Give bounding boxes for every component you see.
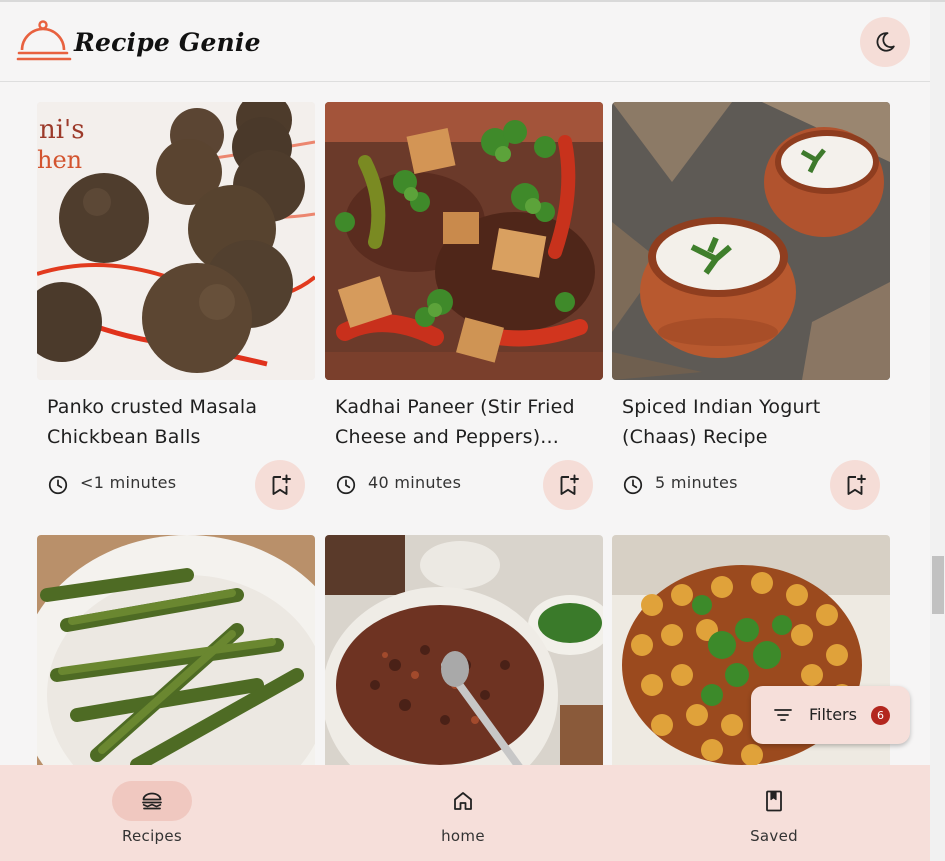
brand[interactable]: Recipe Genie: [16, 20, 261, 64]
nav-item-saved[interactable]: Saved: [674, 765, 874, 861]
recipe-title[interactable]: Panko crusted Masala Chickbean Balls: [47, 392, 307, 452]
cook-time: 40 minutes: [368, 473, 462, 492]
scrollbar-thumb[interactable]: [932, 556, 944, 614]
chickpea-balls-photo: ni's hen: [37, 102, 315, 380]
recipe-image[interactable]: [325, 102, 603, 380]
filter-icon: [774, 709, 792, 721]
recipe-image[interactable]: ni's hen: [37, 102, 315, 380]
svg-text:ni's: ni's: [39, 115, 85, 145]
burger-icon: [142, 792, 162, 810]
clock-icon: [336, 475, 356, 495]
kadhai-paneer-photo: [325, 102, 603, 380]
recipe-title-line: Spiced Indian Yogurt: [622, 396, 821, 418]
save-recipe-button[interactable]: [255, 460, 305, 510]
bookmark-add-icon: [560, 474, 579, 495]
recipe-title-line: Chickbean Balls: [47, 426, 201, 448]
nav-label: Saved: [750, 827, 798, 845]
recipe-card[interactable]: Spiced Indian Yogurt (Chaas) Recipe 5 mi…: [612, 102, 890, 512]
dark-mode-toggle-button[interactable]: [860, 17, 910, 67]
bookmark-add-icon: [847, 474, 866, 495]
app-title: Recipe Genie: [74, 27, 261, 57]
green-beans-photo: [37, 535, 315, 765]
recipe-card[interactable]: Kadhai Paneer (Stir Fried Cheese and Pep…: [325, 102, 603, 512]
cloche-logo-icon: [16, 20, 72, 61]
filters-button[interactable]: Filters 6: [751, 686, 910, 744]
home-icon: [454, 792, 472, 810]
nav-label: home: [441, 827, 485, 845]
recipe-title-line: (Chaas) Recipe: [622, 426, 768, 448]
recipe-title-line: Panko crusted Masala: [47, 396, 258, 418]
nav-item-recipes[interactable]: Recipes: [52, 765, 252, 861]
recipe-title[interactable]: Spiced Indian Yogurt (Chaas) Recipe: [622, 392, 882, 452]
filters-label: Filters: [809, 705, 857, 724]
save-recipe-button[interactable]: [830, 460, 880, 510]
recipe-image[interactable]: [612, 102, 890, 380]
recipe-title[interactable]: Kadhai Paneer (Stir Fried Cheese and Pep…: [335, 392, 595, 452]
clock-icon: [623, 475, 643, 495]
moon-icon: [876, 32, 895, 52]
recipe-title-line: Kadhai Paneer (Stir Fried: [335, 396, 575, 418]
lentil-curry-photo: [325, 535, 603, 765]
clock-icon: [48, 475, 68, 495]
bookmark-icon: [766, 790, 782, 812]
chaas-photo: [612, 102, 890, 380]
bottom-navigation: Recipes home Saved: [0, 765, 930, 861]
scrollbar-track[interactable]: [930, 2, 945, 861]
recipe-image[interactable]: [37, 535, 315, 765]
filters-count-badge: 6: [871, 706, 890, 725]
save-recipe-button[interactable]: [543, 460, 593, 510]
recipe-image[interactable]: [325, 535, 603, 765]
bookmark-add-icon: [272, 474, 291, 495]
cook-time: <1 minutes: [80, 473, 177, 492]
app-header: Recipe Genie: [0, 2, 930, 82]
recipe-card[interactable]: [325, 535, 603, 765]
svg-text:hen: hen: [37, 146, 82, 174]
nav-label: Recipes: [121, 827, 183, 845]
cook-time: 5 minutes: [655, 473, 738, 492]
recipe-title-line: Cheese and Peppers)...: [335, 426, 560, 448]
recipe-card[interactable]: ni's hen Panko crusted Masala Chickbean …: [37, 102, 315, 512]
nav-item-home[interactable]: home: [363, 765, 563, 861]
recipe-card[interactable]: [37, 535, 315, 765]
